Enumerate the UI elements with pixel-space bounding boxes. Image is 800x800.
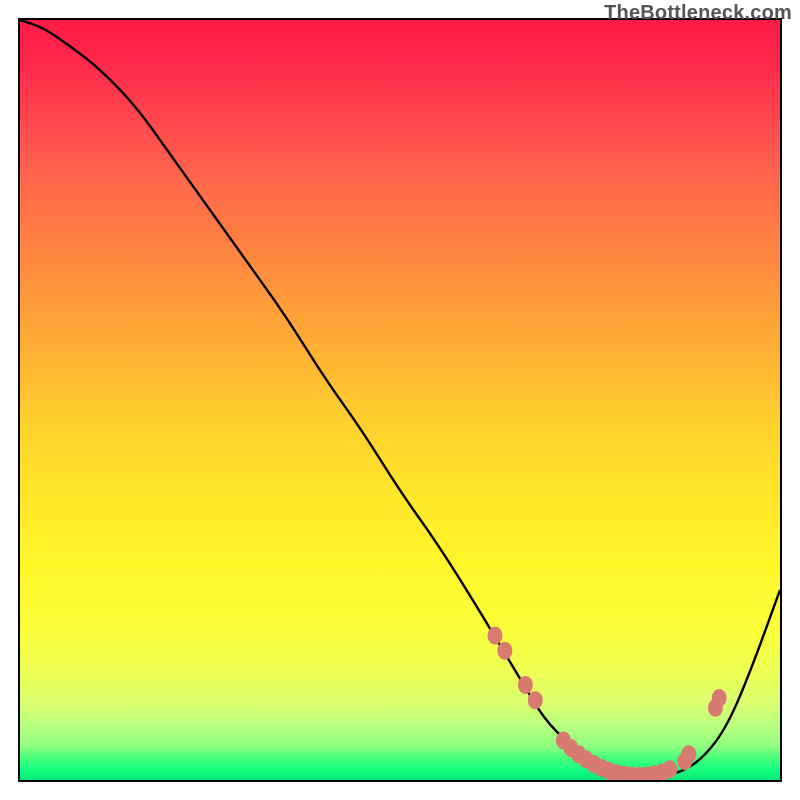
curve-marker — [518, 676, 533, 694]
bottleneck-chart: TheBottleneck.com — [0, 0, 800, 800]
watermark-text: TheBottleneck.com — [604, 2, 792, 25]
curve-layer — [20, 20, 780, 780]
plot-area — [18, 18, 782, 782]
bottleneck-curve-path — [20, 20, 780, 777]
curve-marker — [681, 745, 696, 763]
curve-marker — [497, 642, 512, 660]
curve-marker — [528, 691, 543, 709]
curve-marker — [662, 760, 677, 778]
curve-marker — [712, 689, 727, 707]
curve-marker — [488, 627, 503, 645]
